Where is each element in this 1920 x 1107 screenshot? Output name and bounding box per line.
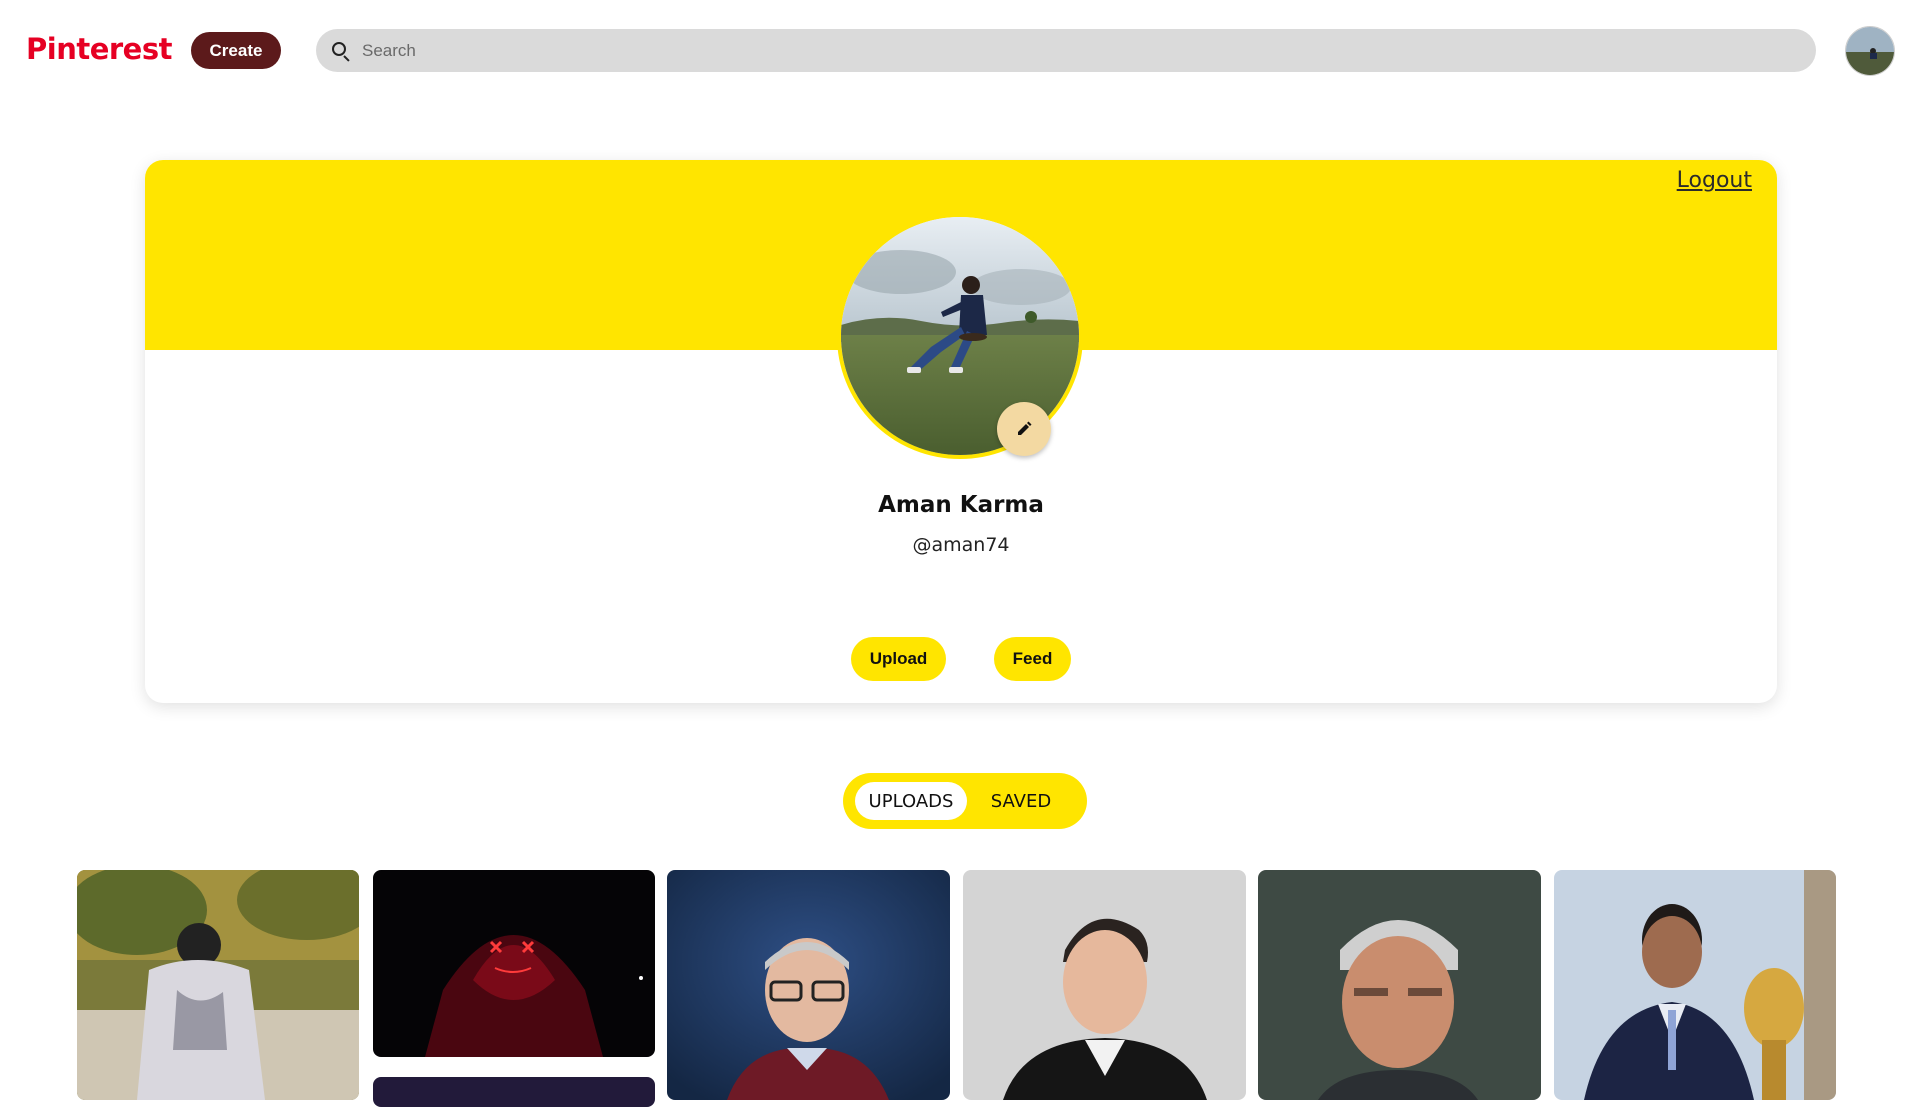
gallery-image-elon-musk[interactable] [963, 870, 1246, 1100]
search-input[interactable] [362, 29, 1816, 72]
upload-button[interactable]: Upload [851, 637, 946, 681]
profile-name: Aman Karma [878, 492, 1044, 518]
gallery-image-bill-gates[interactable] [667, 870, 950, 1100]
logout-link[interactable]: Logout [1677, 168, 1752, 193]
search-icon [330, 40, 352, 62]
gallery-image-hoodie[interactable] [77, 870, 359, 1100]
tab-saved[interactable]: SAVED [967, 782, 1075, 820]
feed-button[interactable]: Feed [994, 637, 1071, 681]
pinterest-logo[interactable]: Pinterest [26, 32, 172, 66]
pencil-icon [1018, 421, 1032, 435]
profile-tabs: UPLOADS SAVED [843, 773, 1087, 829]
search-bar[interactable] [316, 29, 1816, 72]
edit-profile-picture-button[interactable] [997, 402, 1051, 456]
tab-uploads[interactable]: UPLOADS [855, 782, 967, 820]
top-navigation: Pinterest Create [0, 0, 1920, 100]
profile-username: @aman74 [912, 534, 1010, 556]
gallery-image-neon-mask[interactable] [373, 870, 655, 1057]
create-button[interactable]: Create [191, 32, 281, 69]
profile-card: Logout Aman Karma @aman74 Upload Feed [145, 160, 1777, 703]
gallery-image-ratan-tata[interactable] [1258, 870, 1541, 1100]
gallery-image-ms-dhoni[interactable] [1554, 870, 1836, 1100]
user-avatar[interactable] [1845, 26, 1895, 76]
gallery-image-dark-purple[interactable] [373, 1077, 655, 1107]
